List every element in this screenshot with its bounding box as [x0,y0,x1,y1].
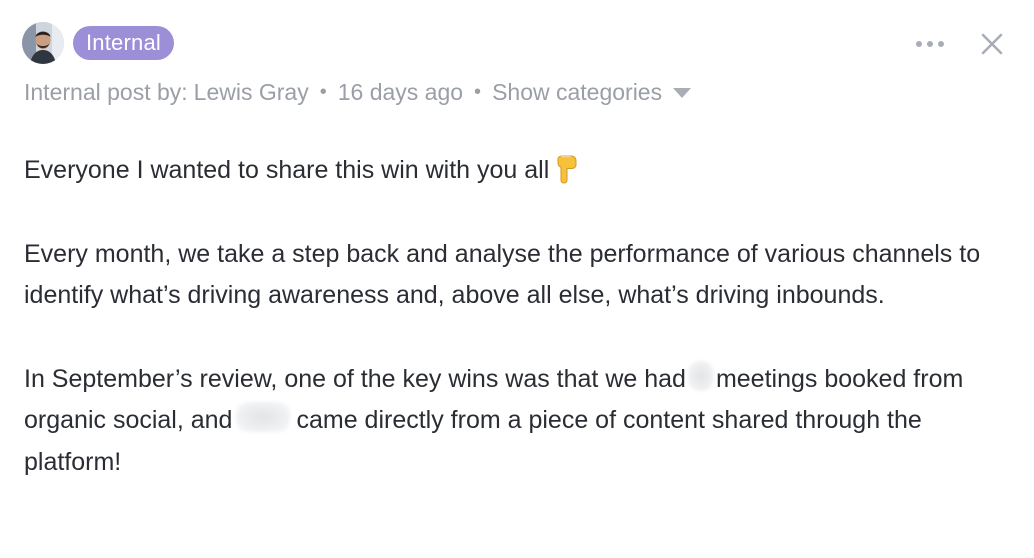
more-dot [916,41,922,47]
more-dot [938,41,944,47]
body-paragraph: In September’s review, one of the key wi… [24,359,1014,484]
post-header: Internal [22,22,174,64]
body-text: I wanted to share this win with you all [129,156,550,184]
show-categories-toggle[interactable]: Show categories [492,79,693,106]
post-card: Internal Internal post by: Lewis Gray • … [0,0,1034,558]
post-actions [916,26,1004,62]
meta-separator: • [474,81,482,103]
internal-badge: Internal [73,26,174,60]
body-paragraph: Everyone I wanted to share this win with… [24,150,1014,192]
post-time: 16 days ago [337,79,464,105]
post-body: Everyone I wanted to share this win with… [24,150,1014,483]
body-text: In September’s review, one of the key wi… [24,364,686,393]
more-dot [927,41,933,47]
post-meta: Internal post by: Lewis Gray • 16 days a… [24,79,693,106]
mention-everyone[interactable]: Everyone [24,156,130,184]
author-avatar[interactable] [22,22,64,64]
redacted-number [236,402,291,432]
author-name[interactable]: Lewis Gray [194,79,309,106]
more-options-icon[interactable] [916,41,944,47]
caret-down-icon [673,87,692,98]
redacted-number [687,360,714,391]
meta-prefix: Internal post by: [24,79,188,105]
close-icon[interactable] [980,32,1004,56]
meta-separator: • [319,81,327,103]
show-categories-label: Show categories [492,79,663,105]
body-paragraph: Every month, we take a step back and ana… [24,239,981,310]
pointing-down-emoji-icon [557,155,577,184]
